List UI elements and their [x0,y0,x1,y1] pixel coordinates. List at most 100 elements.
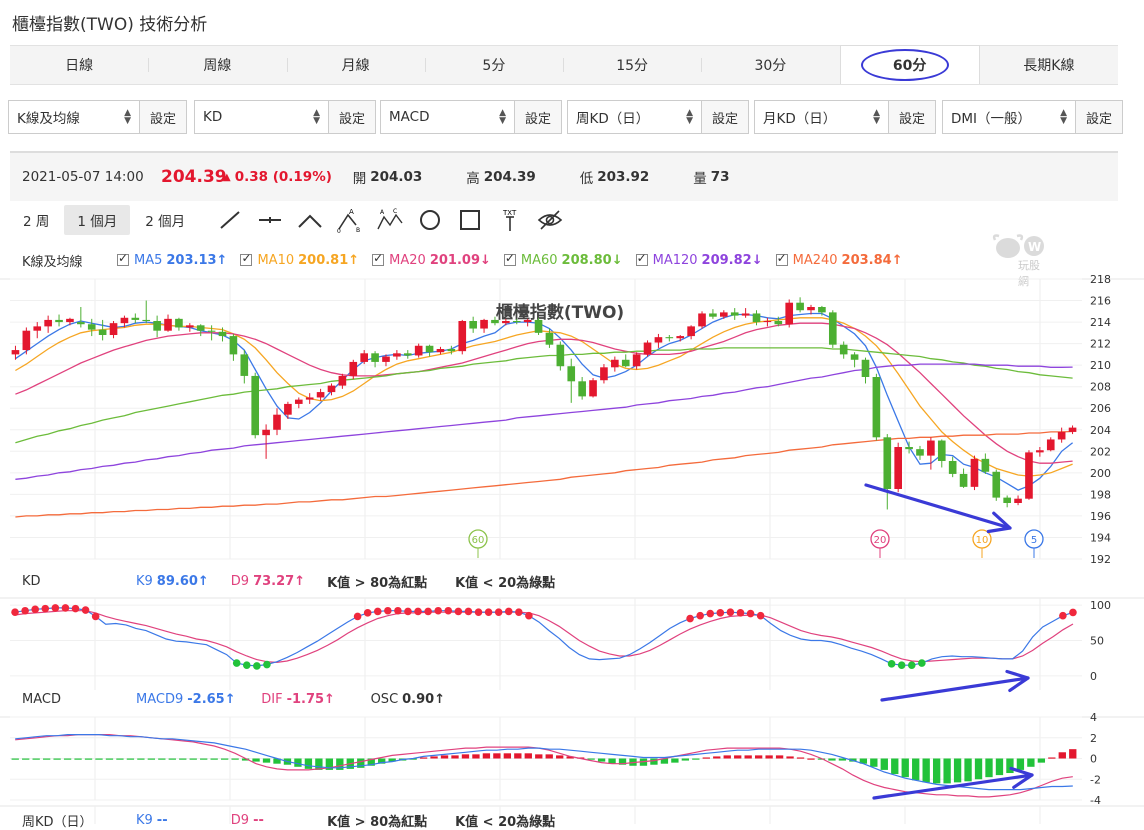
horizontal-line-tool-icon[interactable] [250,205,290,235]
candle-body [796,302,804,311]
kd-red-dot [61,604,70,612]
osc-bar [744,755,752,759]
checkbox[interactable] [503,251,516,266]
kd-red-dot [504,607,513,616]
osc-bar [597,758,606,762]
checkbox[interactable] [372,251,385,266]
angle-tool-icon[interactable] [290,205,330,235]
tab-2[interactable]: 月線 [286,46,425,84]
macd-line-macd9 [15,733,1073,791]
updown-arrow-icon: ▲ ▼ [686,108,693,126]
kd-red-dot [41,604,50,613]
indicator-dropdown[interactable]: 月KD（日） ▲ ▼ [755,101,888,133]
macd-tick-label: -2 [1090,773,1101,786]
osc-bar [681,758,690,761]
dropdown-label: DMI（一般） [951,111,1032,127]
text-tool-icon[interactable]: TXT [490,205,530,235]
candle-body [709,313,717,317]
checkbox[interactable] [635,251,648,266]
settings-button[interactable]: 設定 [514,101,561,133]
candle-body [262,429,270,436]
dropdown-label: MACD [389,109,430,125]
kd-red-dot [515,608,523,616]
tab-7[interactable]: 長期K線 [980,46,1118,84]
osc-bar [639,758,648,766]
settings-button[interactable]: 設定 [701,101,748,133]
indicator-dropdown[interactable]: MACD ▲ ▼ [381,101,514,133]
annotation-arrow-main-head [986,511,1012,534]
candle-body [218,331,227,337]
wkd-k-label: K9 [136,813,153,828]
y-tick-label: 216 [1090,295,1111,308]
osc-bar [734,755,742,759]
osc-bar [514,753,522,759]
checkbox[interactable] [775,251,788,266]
kd-red-dot [1059,611,1067,620]
tab-6[interactable]: 60分 [839,45,980,84]
settings-button[interactable]: 設定 [888,101,935,133]
y-tick-label: 212 [1090,338,1111,351]
tab-1[interactable]: 周線 [148,46,286,84]
candle-body [981,458,990,472]
candle-body [305,397,314,400]
abcd-pattern-tool-icon[interactable]: AC [370,205,410,235]
rectangle-tool-icon[interactable] [450,205,490,235]
tab-label: 長期K線 [1023,58,1075,74]
osc-bar [995,758,1004,776]
tab-0[interactable]: 日線 [10,46,148,84]
kd-red-dot [746,609,755,618]
ma-value: 203.13↑ [166,252,228,268]
kd-red-dot [404,607,412,616]
range-button-2[interactable]: 2 個月 [132,205,198,235]
candle-body [600,367,608,381]
kd-red-dot [474,608,483,616]
candle-body [240,354,249,376]
osc-bar [325,758,334,770]
kd-red-dot [706,609,715,618]
ma-legend-item-ma60: MA60208.80↓ [503,251,623,268]
macd-legend-title: MACD [22,692,61,707]
range-button-0[interactable]: 2 周 [10,205,62,235]
range-button-1[interactable]: 1 個月 [64,205,131,235]
candle-body [22,330,31,351]
macd-line-dif [15,733,1073,798]
indicator-dropdown[interactable]: 周KD（日） ▲ ▼ [568,101,701,133]
candle-body [992,471,1001,498]
osc-bar [419,757,428,759]
kd-red-dot [716,609,725,617]
kd-red-dot [394,606,402,615]
osc-bar [1006,758,1014,774]
circle-tool-icon[interactable] [410,205,450,235]
osc-label: OSC [370,692,399,707]
indicator-dropdown[interactable]: K線及均線 ▲ ▼ [9,101,139,133]
indicator-dropdown[interactable]: DMI（一般） ▲ ▼ [943,101,1075,133]
tab-5[interactable]: 30分 [701,46,839,84]
settings-button[interactable]: 設定 [328,101,375,133]
osc-bar [357,758,365,768]
line-tool-icon[interactable] [210,205,250,235]
checkbox[interactable] [240,251,253,266]
osc-bar [11,758,19,760]
tab-4[interactable]: 15分 [563,46,701,84]
hide-drawings-icon[interactable] [530,205,570,235]
candle-body [774,321,783,325]
kd-red-dot [484,608,493,616]
settings-button[interactable]: 設定 [1075,101,1122,133]
osc-bar [95,758,103,760]
kd-green-dot [897,661,906,670]
osc-bar [461,754,470,759]
abc-pattern-tool-icon[interactable]: A 0 B [330,205,370,235]
page-title: 櫃檯指數(TWO) 技術分析 [12,15,208,35]
checkbox[interactable] [117,251,129,266]
osc-bar [53,758,61,760]
ma-name: MA10 [257,252,295,268]
kd-red-dot [353,612,362,621]
settings-button[interactable]: 設定 [139,101,186,133]
annotation-arrow-macd [872,773,1034,800]
indicator-dropdown[interactable]: KD ▲ ▼ [195,101,328,133]
kd-red-dot [444,606,453,615]
tab-3[interactable]: 5分 [424,46,563,84]
tab-label: 60分 [892,58,927,74]
osc-bar [430,756,438,759]
ma-value: 203.84↑ [841,252,903,268]
